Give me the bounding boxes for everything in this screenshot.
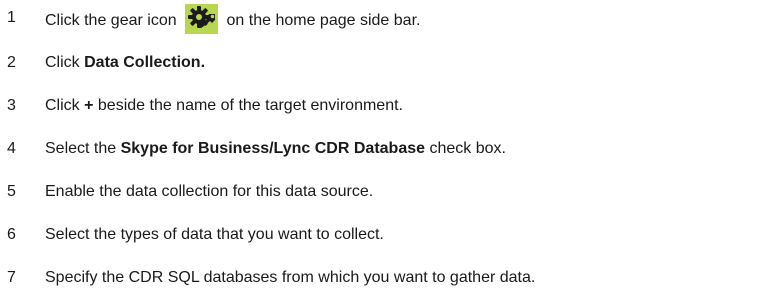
step-text: Click Data Collection. [45,51,205,75]
step-text: Select the types of data that you want t… [45,226,384,243]
step-text-before: Click [45,97,85,114]
step-text-before: Click [45,54,85,71]
step-text: Click + beside the name of the target en… [45,94,403,118]
step-text-after: check box. [425,140,506,157]
step-text-after: beside the name of the target environmen… [93,97,403,114]
step-text: Enable the data collection for this data… [45,183,374,200]
step-text: Specify the CDR SQL databases from which… [45,269,536,286]
step-number: 7 [7,269,16,286]
step-number: 4 [7,140,16,157]
step-number: 1 [7,9,16,26]
step-text-before: Select the [45,140,121,157]
step-number: 2 [7,54,16,71]
step-text: Select the Skype for Business/Lync CDR D… [45,137,506,161]
step-number: 5 [7,183,16,200]
step-text-bold: Data Collection. [84,54,206,71]
step-number: 6 [7,226,16,243]
gear-icon [185,4,219,34]
step-text: Click the gear icon on the home page sid… [45,4,421,36]
step-number: 3 [7,97,16,114]
step-text-before: Click the gear icon [45,12,177,30]
step-text-after: on the home page side bar. [226,12,421,30]
step-text-bold: Skype for Business/Lync CDR Database [120,140,426,157]
